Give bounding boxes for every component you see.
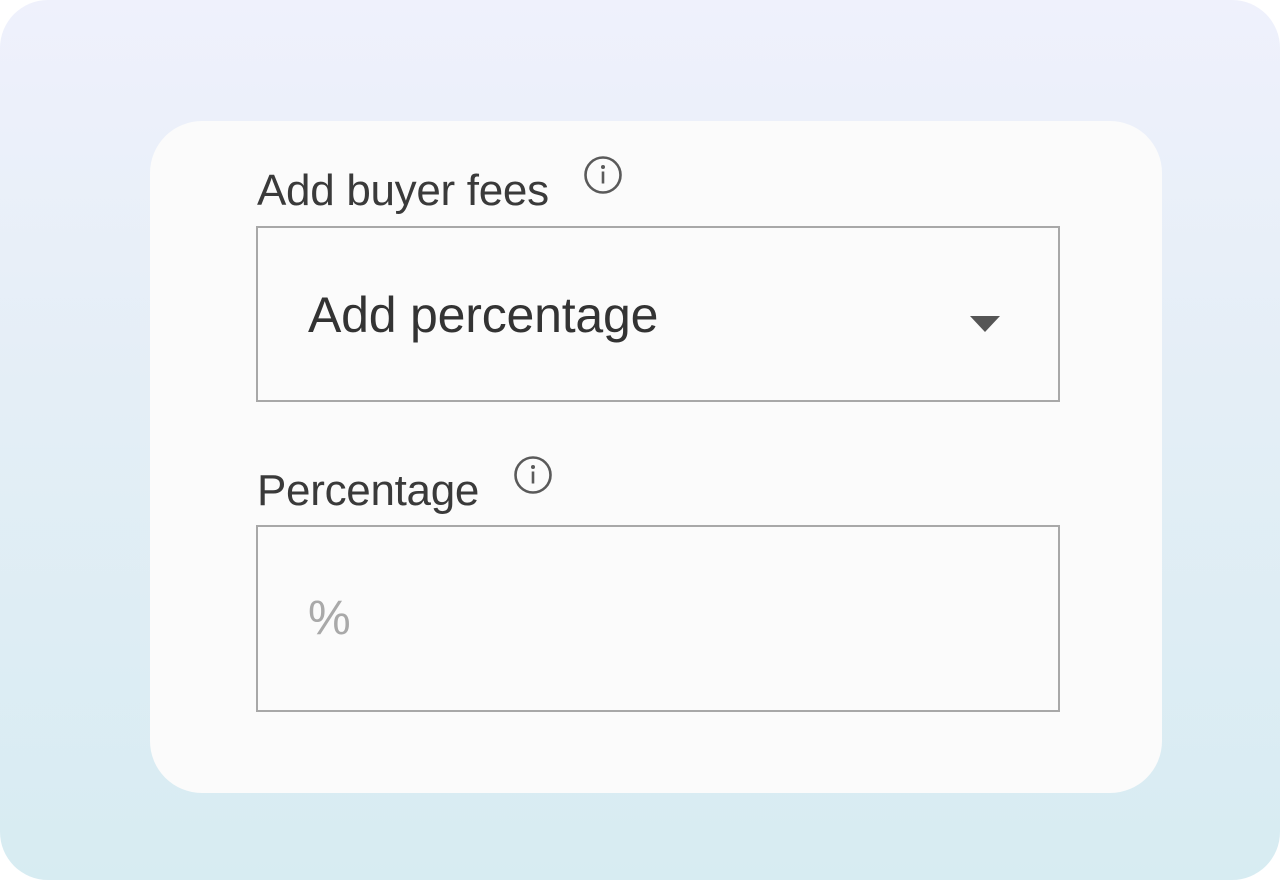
percentage-label-row: Percentage <box>257 456 553 515</box>
buyer-fees-select-value: Add percentage <box>308 287 659 343</box>
buyer-fees-label: Add buyer fees <box>257 166 549 215</box>
caret-down-icon <box>970 316 1000 332</box>
percentage-info-icon[interactable] <box>513 455 553 495</box>
percentage-input-box <box>256 525 1060 712</box>
buyer-fees-label-row: Add buyer fees <box>257 156 623 215</box>
percentage-input[interactable] <box>258 527 1058 710</box>
buyer-fees-card: Add buyer fees Add percentage Percentage <box>150 121 1162 793</box>
percentage-label: Percentage <box>257 466 480 515</box>
buyer-fees-info-icon[interactable] <box>583 155 623 195</box>
screenshot-frame: Add buyer fees Add percentage Percentage <box>0 0 1280 880</box>
buyer-fees-select[interactable]: Add percentage <box>256 226 1060 402</box>
